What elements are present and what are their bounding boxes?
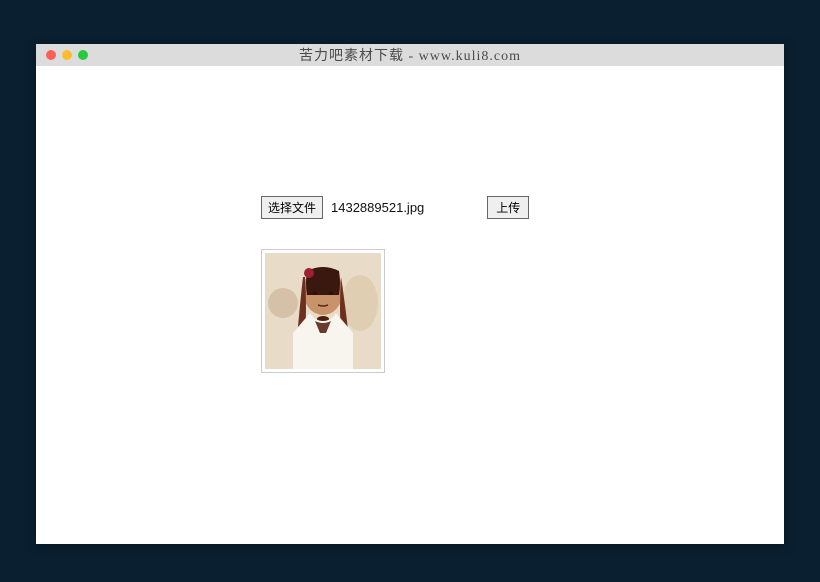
titlebar: 苦力吧素材下载 - www.kuli8.com (36, 44, 784, 66)
window-title: 苦力吧素材下载 - www.kuli8.com (46, 45, 774, 65)
traffic-lights (46, 50, 88, 60)
choose-file-button[interactable]: 选择文件 (261, 196, 323, 219)
app-window: 苦力吧素材下载 - www.kuli8.com 选择文件 1432889521.… (36, 44, 784, 544)
upload-row: 选择文件 1432889521.jpg 上传 (261, 196, 559, 219)
selected-filename: 1432889521.jpg (331, 200, 424, 215)
maximize-icon[interactable] (78, 50, 88, 60)
content-area: 选择文件 1432889521.jpg 上传 (36, 66, 784, 373)
close-icon[interactable] (46, 50, 56, 60)
minimize-icon[interactable] (62, 50, 72, 60)
image-preview (261, 249, 385, 373)
upload-button[interactable]: 上传 (487, 196, 529, 219)
preview-image-icon (265, 253, 381, 369)
